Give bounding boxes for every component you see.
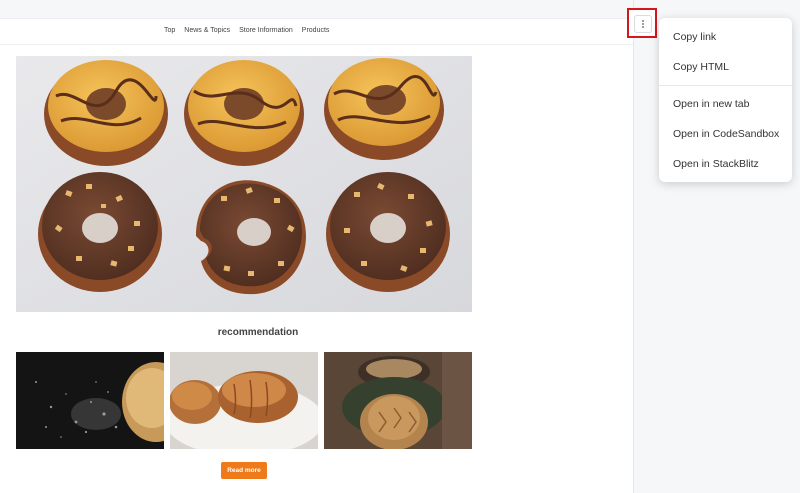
menu-item-open-new-tab[interactable]: Open in new tab <box>673 98 749 110</box>
thumbnail-croissants[interactable] <box>170 352 318 449</box>
site-navbar: Top News & Topics Store Information Prod… <box>0 18 633 45</box>
more-options-inner <box>634 15 652 33</box>
nav-link-top[interactable]: Top <box>164 27 175 34</box>
section-title: recommendation <box>217 327 299 338</box>
nav-links: Top News & Topics Store Information Prod… <box>164 27 329 34</box>
options-menu: Copy link Copy HTML Open in new tab Open… <box>659 18 792 182</box>
kebab-icon <box>642 20 644 28</box>
donut-caramel-1 <box>44 60 168 166</box>
nav-link-products[interactable]: Products <box>302 27 330 34</box>
donut-caramel-2 <box>184 60 304 166</box>
menu-item-open-stackblitz[interactable]: Open in StackBlitz <box>673 158 759 170</box>
nav-link-store-info[interactable]: Store Information <box>239 27 293 34</box>
preview-top-strip <box>0 0 633 18</box>
nav-link-news[interactable]: News & Topics <box>184 27 230 34</box>
read-more-button[interactable]: Read more <box>221 462 267 479</box>
hero-image <box>16 56 472 312</box>
donut-caramel-3 <box>324 58 444 160</box>
page-preview: Top News & Topics Store Information Prod… <box>0 0 634 493</box>
thumbnail-bread-loaf[interactable] <box>324 352 472 449</box>
more-options-button[interactable] <box>627 8 657 38</box>
menu-divider <box>659 85 792 86</box>
thumbnail-flour-bread[interactable] <box>16 352 164 449</box>
menu-item-open-codesandbox[interactable]: Open in CodeSandbox <box>673 128 779 140</box>
menu-item-copy-link[interactable]: Copy link <box>673 31 716 43</box>
menu-item-copy-html[interactable]: Copy HTML <box>673 61 729 73</box>
donut-choco-bitten <box>196 180 306 295</box>
